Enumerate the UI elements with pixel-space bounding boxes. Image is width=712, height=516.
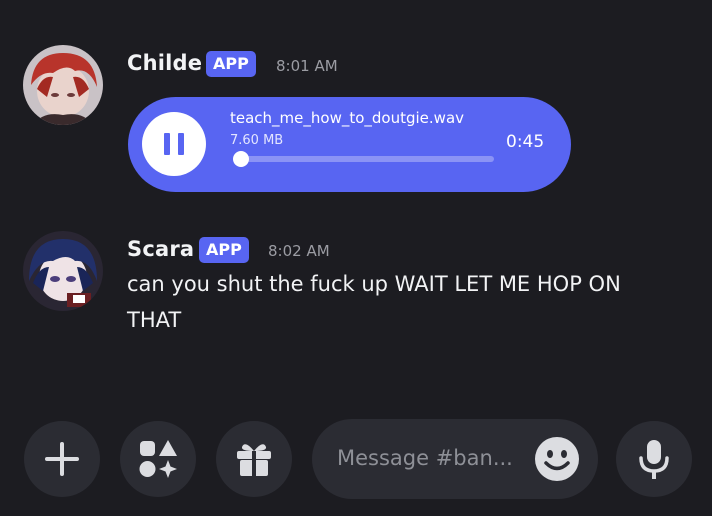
timestamp: 8:01 AM	[276, 57, 338, 75]
gift-button[interactable]	[216, 421, 292, 497]
audio-duration: 0:45	[506, 132, 545, 152]
avatar-childe[interactable]	[23, 45, 103, 125]
microphone-icon	[639, 440, 669, 479]
app-badge: APP	[206, 51, 256, 77]
audio-progress-track[interactable]	[233, 151, 494, 167]
author-name[interactable]: Scara	[127, 237, 194, 261]
apps-icon	[139, 440, 177, 478]
audio-filename[interactable]: teach_me_how_to_doutgie.wav	[230, 109, 464, 127]
emoji-icon	[535, 437, 579, 481]
gift-icon	[237, 444, 271, 476]
audio-progress-knob[interactable]	[233, 151, 250, 167]
emoji-button[interactable]	[534, 436, 580, 482]
author-name[interactable]: Childe	[127, 51, 202, 75]
audio-filesize: 7.60 MB	[230, 133, 284, 148]
app-badge: APP	[199, 237, 249, 263]
attach-button[interactable]	[24, 421, 100, 497]
message-input-placeholder: Message #ban...	[337, 446, 513, 470]
apps-button[interactable]	[120, 421, 196, 497]
audio-player: teach_me_how_to_doutgie.wav 7.60 MB 0:45	[128, 97, 571, 192]
voice-button[interactable]	[616, 421, 692, 497]
message-text-line: THAT	[127, 308, 182, 332]
plus-icon	[45, 442, 79, 476]
avatar-scara[interactable]	[23, 231, 103, 311]
message-text-line: can you shut the fuck up WAIT LET ME HOP…	[127, 272, 621, 296]
message-text: can you shut the fuck up WAIT LET ME HOP…	[127, 266, 667, 338]
pause-button[interactable]	[142, 112, 206, 176]
message-input[interactable]: Message #ban...	[312, 419, 598, 499]
timestamp: 8:02 AM	[268, 242, 330, 260]
